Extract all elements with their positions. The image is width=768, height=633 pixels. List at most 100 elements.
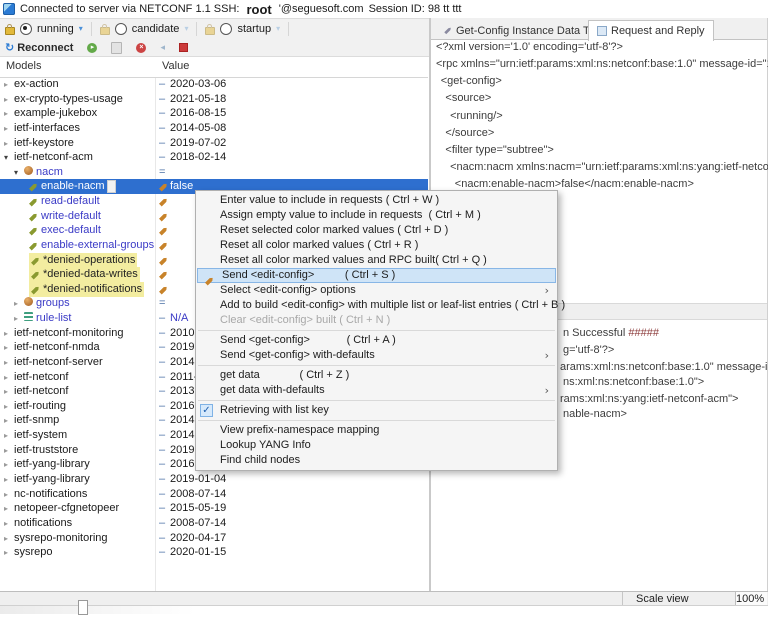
tab-request-and-reply[interactable]: Request and Reply <box>588 20 714 41</box>
chevron-down-icon[interactable]: ▾ <box>276 24 280 34</box>
node-value[interactable]: N/A <box>170 311 188 326</box>
tree-node[interactable]: rule-list <box>24 311 71 326</box>
datastore-radio-candidate[interactable] <box>114 22 127 35</box>
menu-item[interactable]: Lookup YANG Info <box>196 438 557 453</box>
tree-node[interactable]: ex-crypto-types-usage <box>14 92 123 107</box>
models-column-header[interactable]: Models <box>6 60 41 72</box>
tree-node[interactable]: nc-notifications <box>14 487 87 502</box>
tree-node[interactable]: ietf-keystore <box>14 136 74 151</box>
menu-item[interactable]: get data with-defaults › <box>196 383 557 398</box>
expand-arrow-icon[interactable]: ▸ <box>4 355 8 370</box>
node-value[interactable]: 2015-05-19 <box>170 501 226 516</box>
tree-row[interactable]: ▸ ietf-yang-library –2019-01-04 <box>0 472 428 487</box>
tree-node[interactable]: write-default <box>29 209 101 224</box>
tree-node[interactable]: ietf-netconf <box>14 384 68 399</box>
menu-item[interactable]: View prefix-namespace mapping <box>196 423 557 438</box>
expand-arrow-icon[interactable]: ▸ <box>4 136 8 151</box>
expand-arrow-icon[interactable]: ▸ <box>4 399 8 414</box>
menu-item[interactable]: Enter value to include in requests ( Ctr… <box>196 193 557 208</box>
inline-edit-box[interactable] <box>106 180 116 193</box>
expand-arrow-icon[interactable]: ▸ <box>4 326 8 341</box>
node-value[interactable]: 2018-02-14 <box>170 150 226 165</box>
value-cell[interactable] <box>159 282 168 297</box>
menu-item[interactable]: get data ( Ctrl + Z ) <box>196 368 557 383</box>
node-value[interactable]: 2019-01-04 <box>170 472 226 487</box>
expand-arrow-icon[interactable]: ▸ <box>4 516 8 531</box>
tree-row[interactable]: ▸ nc-notifications –2008-07-14 <box>0 487 428 502</box>
red-square-icon[interactable] <box>179 43 188 52</box>
value-cell[interactable] <box>159 194 168 209</box>
chevron-down-icon[interactable]: ▾ <box>79 24 83 34</box>
tree-row[interactable]: ▸ netopeer-cfgnetopeer –2015-05-19 <box>0 501 428 516</box>
tree-node[interactable]: ietf-routing <box>14 399 66 414</box>
expand-arrow-icon[interactable]: ▸ <box>4 121 8 136</box>
tree-row[interactable]: ▸ ietf-interfaces –2014-05-08 <box>0 121 428 136</box>
chevron-down-icon[interactable]: ▾ <box>184 24 188 34</box>
value-cell[interactable] <box>159 209 168 224</box>
green-run-icon[interactable]: ▸ <box>87 42 98 53</box>
node-value[interactable]: 2008-07-14 <box>170 487 226 502</box>
tree-row[interactable]: ▾ nacm = <box>0 165 428 180</box>
node-value[interactable]: 2020-03-06 <box>170 77 226 92</box>
menu-item[interactable]: Find child nodes <box>196 453 557 468</box>
tree-node[interactable]: sysrepo-monitoring <box>14 531 108 546</box>
menu-item[interactable]: ✓ Retrieving with list key <box>196 403 557 418</box>
expand-arrow-icon[interactable]: ▸ <box>4 531 8 546</box>
menu-item[interactable]: Reset all color marked values ( Ctrl + R… <box>196 238 557 253</box>
menu-item[interactable]: Select <edit-config> options › <box>196 283 557 298</box>
datastore-radio-running[interactable] <box>20 22 32 35</box>
expand-arrow-icon[interactable]: ▸ <box>4 384 8 399</box>
menu-item[interactable]: Add to build <edit-config> with multiple… <box>196 298 565 313</box>
tree-node[interactable]: ietf-netconf-acm <box>14 150 93 165</box>
tree-node[interactable]: nacm <box>24 165 63 180</box>
value-cell[interactable] <box>159 238 168 253</box>
tree-row[interactable]: ▾ ietf-netconf-acm –2018-02-14 <box>0 150 428 165</box>
tree-node[interactable]: example-jukebox <box>14 106 97 121</box>
expand-arrow-icon[interactable]: ▸ <box>4 487 8 502</box>
tree-node[interactable]: enable-nacm <box>29 179 116 194</box>
tree-node[interactable]: ietf-snmp <box>14 413 59 428</box>
zoom-level-field[interactable]: 100% <box>735 592 767 605</box>
expand-arrow-icon[interactable]: ▸ <box>4 340 8 355</box>
node-value[interactable]: 2021-05-18 <box>170 92 226 107</box>
tree-node[interactable]: ietf-yang-library <box>14 457 90 472</box>
tree-row[interactable]: ▸ ex-crypto-types-usage –2021-05-18 <box>0 92 428 107</box>
tree-node[interactable]: ietf-netconf-monitoring <box>14 326 123 341</box>
tree-row[interactable]: ▸ sysrepo-monitoring –2020-04-17 <box>0 531 428 546</box>
tree-node[interactable]: enable-external-groups <box>29 238 154 253</box>
tab-get-config-instance-data-tree[interactable]: Get-Config Instance Data Tree <box>436 21 613 40</box>
expand-arrow-icon[interactable]: ▸ <box>4 92 8 107</box>
menu-item[interactable]: Assign empty value to include in request… <box>196 208 557 223</box>
tree-node[interactable]: ietf-interfaces <box>14 121 80 136</box>
tree-node[interactable]: ietf-netconf <box>14 370 68 385</box>
expand-arrow-icon[interactable]: ▸ <box>4 443 8 458</box>
node-value[interactable]: 2008-07-14 <box>170 516 226 531</box>
collapse-arrow-icon[interactable]: ▾ <box>4 150 8 165</box>
menu-item[interactable]: Send <edit-config> ( Ctrl + S ) <box>197 268 556 283</box>
collapse-arrow-icon[interactable]: ▾ <box>14 165 18 180</box>
tree-node[interactable]: ietf-truststore <box>14 443 78 458</box>
menu-item[interactable]: Reset all color marked values and RPC bu… <box>196 253 557 268</box>
expand-arrow-icon[interactable]: ▸ <box>4 77 8 92</box>
tree-node[interactable]: *denied-notifications <box>29 281 145 297</box>
tree-node[interactable]: notifications <box>14 516 72 531</box>
tree-row[interactable]: ▸ example-jukebox –2016-08-15 <box>0 106 428 121</box>
node-value[interactable]: 2014-05-08 <box>170 121 226 136</box>
expand-arrow-icon[interactable]: ▸ <box>4 106 8 121</box>
node-value[interactable]: 2020-04-17 <box>170 531 226 546</box>
value-cell[interactable] <box>159 267 168 282</box>
expand-arrow-icon[interactable]: ▸ <box>14 296 18 311</box>
expand-arrow-icon[interactable]: ▸ <box>4 457 8 472</box>
pale-back-icon[interactable]: ◂ <box>160 43 165 53</box>
expand-arrow-icon[interactable]: ▸ <box>4 428 8 443</box>
tree-node[interactable]: *denied-data-writes <box>29 267 140 283</box>
tree-row[interactable]: ▸ sysrepo –2020-01-15 <box>0 545 428 560</box>
value-cell[interactable] <box>159 179 168 194</box>
tree-node[interactable]: *denied-operations <box>29 252 138 268</box>
value-column-header[interactable]: Value <box>162 60 189 72</box>
expand-arrow-icon[interactable]: ▸ <box>14 311 18 326</box>
tree-node[interactable]: ietf-system <box>14 428 67 443</box>
node-value[interactable]: 2020-01-15 <box>170 545 226 560</box>
value-cell[interactable] <box>159 223 168 238</box>
tree-node[interactable]: sysrepo <box>14 545 53 560</box>
